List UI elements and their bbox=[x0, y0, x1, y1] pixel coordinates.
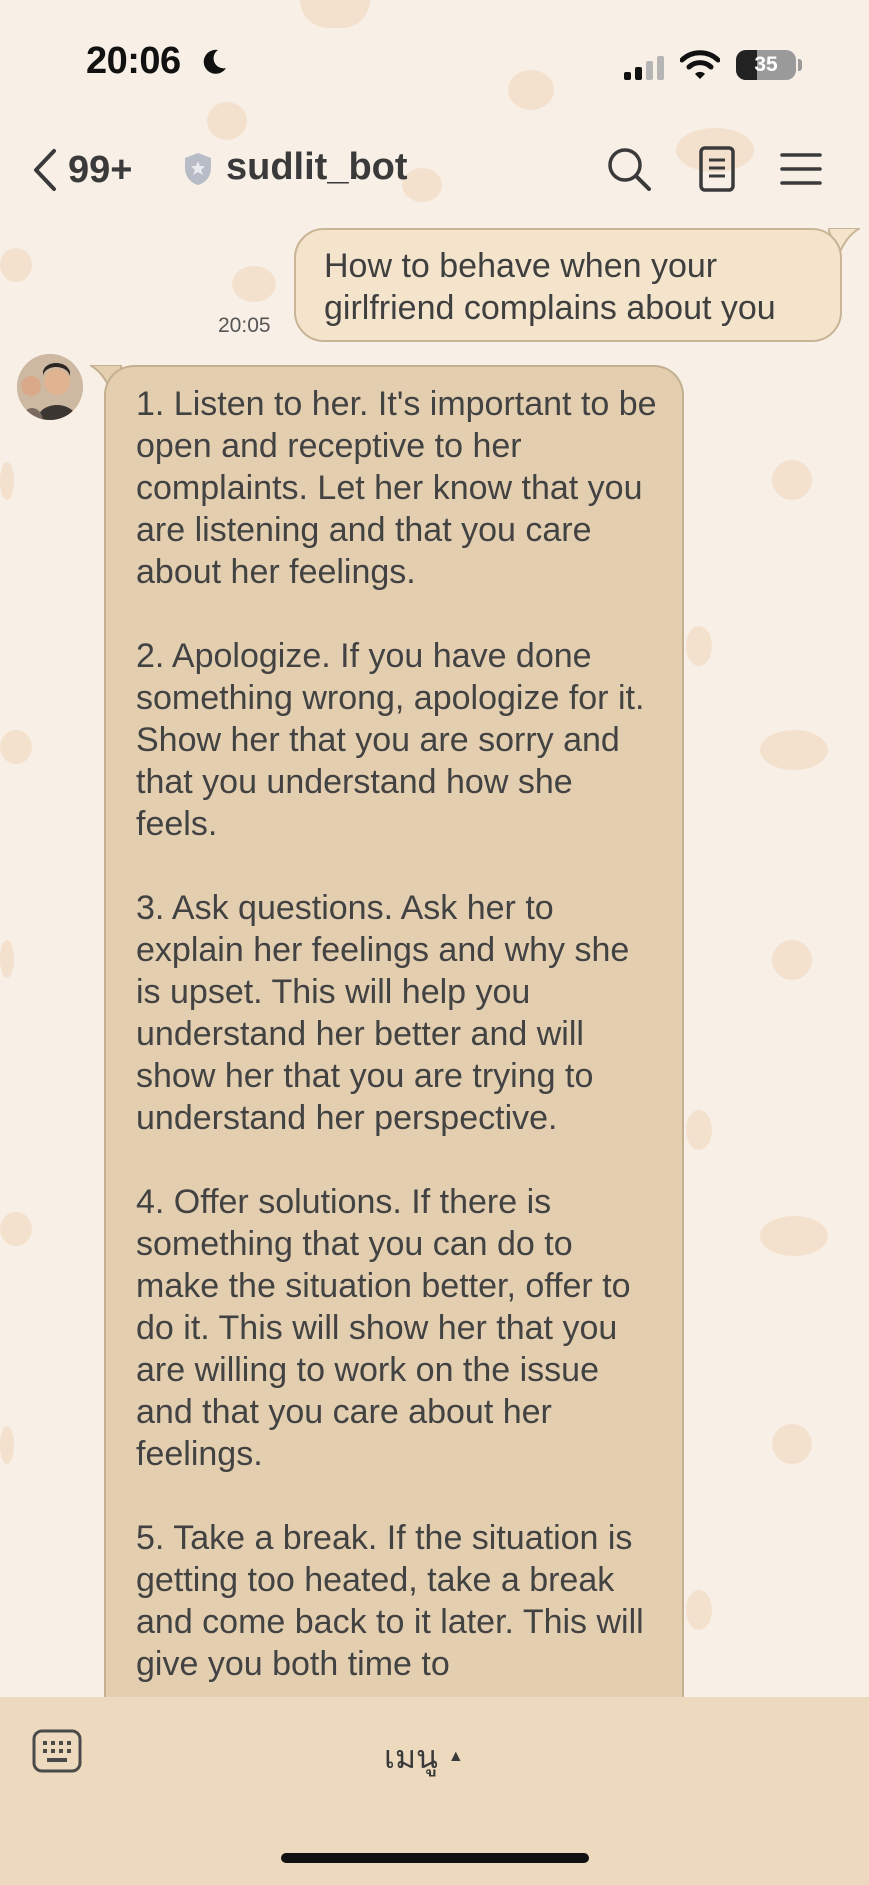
search-icon[interactable] bbox=[604, 144, 654, 194]
unread-count: 99+ bbox=[68, 148, 133, 191]
caret-up-icon: ▲ bbox=[447, 1748, 464, 1765]
back-button[interactable]: 99+ bbox=[30, 140, 132, 200]
home-indicator bbox=[281, 1853, 589, 1863]
wifi-icon bbox=[680, 50, 720, 79]
battery-tip bbox=[798, 59, 802, 71]
outgoing-message-text: How to behave when your girlfriend compl… bbox=[324, 247, 776, 327]
battery-level: 35 bbox=[754, 53, 778, 76]
message-paragraph: 5. Take a break. If the situation is get… bbox=[136, 1519, 644, 1683]
status-time: 20:06 bbox=[86, 40, 181, 82]
signal-icon bbox=[624, 56, 664, 80]
message-paragraph: 2. Apologize. If you have done something… bbox=[136, 637, 645, 843]
bottom-menu-bar: เมนู ▲ bbox=[0, 1697, 869, 1885]
status-bar: 20:06 35 bbox=[0, 0, 869, 120]
bot-avatar[interactable] bbox=[17, 354, 83, 420]
chat-header: 99+ sudlit_bot bbox=[0, 130, 869, 210]
menu-toggle-button[interactable]: เมนู ▲ bbox=[384, 1737, 464, 1777]
incoming-message-bubble[interactable]: 1. Listen to her. It's important to be o… bbox=[104, 365, 684, 1705]
hamburger-menu-icon[interactable] bbox=[776, 144, 826, 194]
chevron-left-icon bbox=[34, 149, 56, 191]
outgoing-message-bubble[interactable]: How to behave when your girlfriend compl… bbox=[294, 228, 842, 342]
message-paragraph: 1. Listen to her. It's important to be o… bbox=[136, 385, 657, 591]
document-icon[interactable] bbox=[692, 144, 742, 194]
avatar-image bbox=[17, 354, 83, 420]
chat-title[interactable]: sudlit_bot bbox=[226, 146, 408, 189]
battery-icon: 35 bbox=[736, 50, 796, 80]
keyboard-icon[interactable] bbox=[32, 1727, 82, 1775]
message-paragraph: 4. Offer solutions. If there is somethin… bbox=[136, 1183, 631, 1473]
message-paragraph: 3. Ask questions. Ask her to explain her… bbox=[136, 889, 630, 1137]
shield-icon bbox=[185, 153, 211, 185]
menu-label: เมนู bbox=[384, 1738, 438, 1775]
moon-icon bbox=[203, 49, 226, 74]
message-timestamp: 20:05 bbox=[218, 314, 271, 337]
